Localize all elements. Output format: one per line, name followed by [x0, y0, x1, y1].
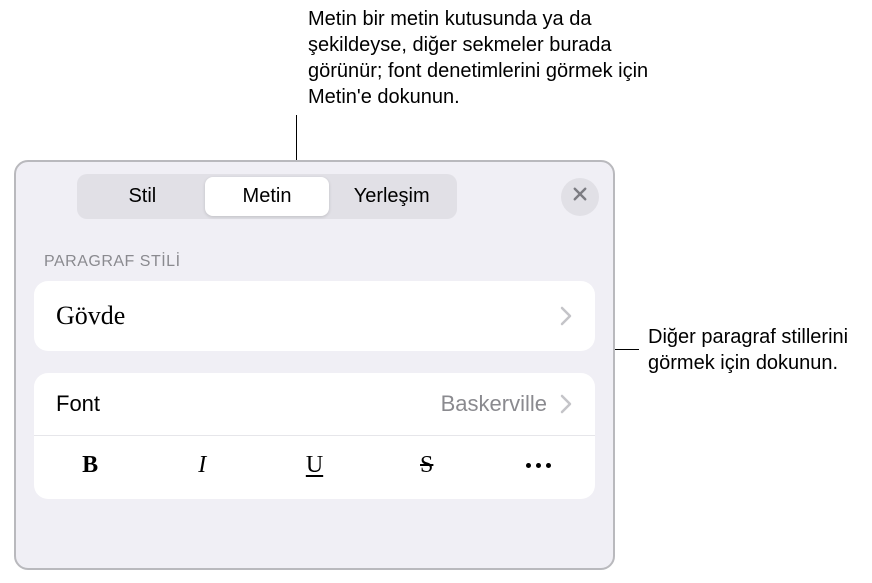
close-icon: [571, 185, 589, 208]
callout-top: Metin bir metin kutusunda ya da şekildey…: [308, 6, 668, 110]
font-row[interactable]: Font Baskerville: [34, 373, 595, 435]
font-value: Baskerville: [441, 391, 547, 417]
bold-icon: B: [82, 452, 98, 479]
callout-right: Diğer paragraf stillerini görmek için do…: [648, 324, 858, 376]
paragraph-style-header: PARAGRAF STİLİ: [16, 227, 613, 281]
italic-button[interactable]: I: [146, 436, 258, 499]
underline-icon: U: [306, 452, 323, 479]
close-button[interactable]: [561, 178, 599, 216]
bold-button[interactable]: B: [34, 436, 146, 499]
tab-layout[interactable]: Yerleşim: [329, 177, 454, 216]
format-panel: Stil Metin Yerleşim PARAGRAF STİLİ Gövde…: [14, 160, 615, 570]
font-label: Font: [56, 391, 100, 417]
paragraph-style-value: Gövde: [56, 301, 125, 331]
italic-icon: I: [198, 452, 206, 479]
chevron-right-icon: [559, 394, 573, 414]
strikethrough-icon: S: [420, 452, 433, 479]
more-icon: [526, 463, 551, 468]
tab-text[interactable]: Metin: [205, 177, 330, 216]
more-styles-button[interactable]: [483, 436, 595, 499]
strikethrough-button[interactable]: S: [371, 436, 483, 499]
font-value-wrap: Baskerville: [441, 391, 573, 417]
text-style-buttons: B I U S: [34, 435, 595, 499]
tab-style[interactable]: Stil: [80, 177, 205, 216]
chevron-right-icon: [559, 306, 573, 326]
paragraph-style-row[interactable]: Gövde: [34, 281, 595, 351]
underline-button[interactable]: U: [258, 436, 370, 499]
segmented-control: Stil Metin Yerleşim: [77, 174, 457, 219]
tab-bar: Stil Metin Yerleşim: [16, 162, 613, 227]
font-group: Font Baskerville B I U S: [34, 373, 595, 499]
